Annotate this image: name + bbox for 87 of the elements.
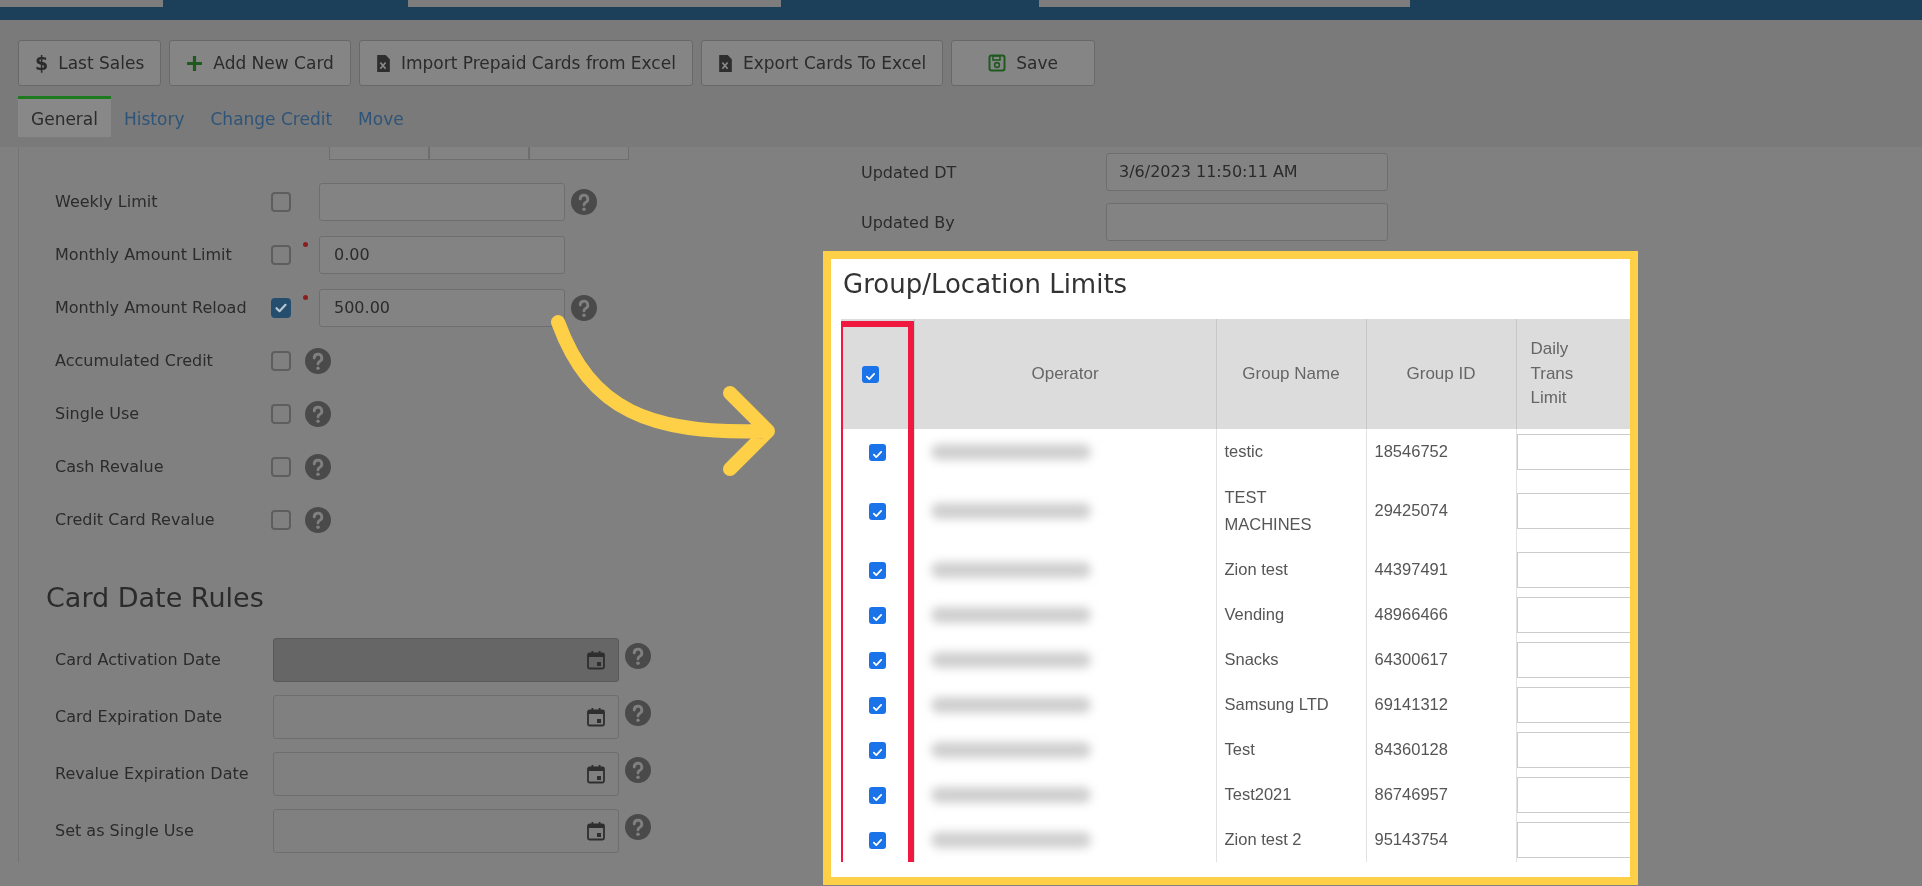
input-field[interactable]: 0.00 bbox=[319, 235, 565, 274]
calendar-icon[interactable] bbox=[586, 706, 606, 727]
field-label: Updated DT bbox=[861, 162, 958, 182]
table-cell: 69141312 bbox=[1366, 682, 1516, 727]
top-field[interactable] bbox=[0, 0, 163, 7]
toolbar-button[interactable]: Export Cards To Excel bbox=[700, 40, 944, 86]
field-label: Set as Single Use bbox=[55, 821, 195, 840]
table-cell: 48966466 bbox=[1366, 592, 1516, 637]
checkbox[interactable] bbox=[271, 297, 291, 318]
field-label: Accumulated Credit bbox=[55, 351, 214, 370]
group-name: TEST MACHINES bbox=[1224, 487, 1313, 535]
help-icon[interactable] bbox=[305, 400, 331, 427]
dollar-icon: $ bbox=[35, 52, 49, 74]
calendar-icon[interactable] bbox=[586, 763, 606, 784]
group-name: testic bbox=[1224, 441, 1263, 463]
group-name: Vending bbox=[1224, 604, 1285, 626]
toolbar-button[interactable]: Save bbox=[951, 40, 1096, 86]
date-field[interactable] bbox=[273, 694, 619, 739]
help-icon[interactable] bbox=[625, 699, 651, 726]
input-field: 3/6/2023 11:50:11 AM bbox=[1106, 153, 1388, 191]
field-label: Cash Revalue bbox=[55, 457, 165, 476]
field-label: Revalue Expiration Date bbox=[55, 764, 250, 783]
column-header: Group ID bbox=[1406, 364, 1476, 383]
field-label: Weekly Limit bbox=[55, 192, 159, 211]
group-name: Test bbox=[1224, 739, 1255, 761]
top-field[interactable] bbox=[1039, 0, 1410, 7]
top-field[interactable] bbox=[408, 0, 781, 7]
help-icon[interactable] bbox=[571, 188, 597, 215]
table-cell: 29425074 bbox=[1366, 474, 1516, 547]
row-checkbox[interactable] bbox=[868, 606, 886, 624]
help-icon[interactable] bbox=[305, 506, 331, 533]
table-cell: 18546752 bbox=[1366, 429, 1516, 474]
column-header: Daily Trans Limit bbox=[1530, 338, 1575, 410]
field-label: Card Activation Date bbox=[55, 650, 222, 669]
group-name: Zion test bbox=[1224, 559, 1288, 581]
help-icon[interactable] bbox=[625, 813, 651, 840]
checkbox[interactable] bbox=[271, 509, 291, 530]
date-field[interactable] bbox=[273, 751, 619, 796]
help-icon[interactable] bbox=[625, 756, 651, 783]
calendar-icon[interactable] bbox=[586, 820, 606, 841]
row-checkbox[interactable] bbox=[868, 502, 886, 520]
row-checkbox[interactable] bbox=[868, 651, 886, 669]
table-cell: 44397491 bbox=[1366, 547, 1516, 592]
field-label: Card Expiration Date bbox=[55, 707, 224, 726]
section-title: Card Date Rules bbox=[46, 582, 265, 613]
excel-file-icon bbox=[375, 53, 391, 73]
input-field[interactable]: 500.00 bbox=[319, 288, 565, 327]
help-icon[interactable] bbox=[305, 453, 331, 480]
toolbar-button[interactable]: $ Last Sales bbox=[18, 40, 162, 86]
toolbar-button[interactable]: Add New Card bbox=[169, 40, 351, 86]
table-cell: 86746957 bbox=[1366, 772, 1516, 817]
date-field[interactable] bbox=[273, 808, 619, 853]
excel-file-icon bbox=[717, 53, 733, 73]
checkbox[interactable] bbox=[271, 403, 291, 424]
row-checkbox[interactable] bbox=[868, 696, 886, 714]
field-label: Credit Card Revalue bbox=[55, 510, 216, 529]
group-name: Samsung LTD bbox=[1224, 694, 1329, 716]
field-label: Single Use bbox=[55, 404, 141, 423]
help-icon[interactable] bbox=[305, 347, 331, 374]
group-name: Test2021 bbox=[1224, 784, 1292, 806]
field-label: Monthly Amount Limit bbox=[55, 245, 233, 264]
plus-icon bbox=[186, 54, 204, 72]
select-all-checkbox[interactable] bbox=[861, 366, 879, 383]
column-header: Operator bbox=[1031, 364, 1099, 383]
row-checkbox[interactable] bbox=[868, 786, 886, 804]
row-checkbox[interactable] bbox=[868, 443, 886, 461]
group-name: Snacks bbox=[1224, 649, 1279, 671]
checkbox[interactable] bbox=[271, 191, 291, 212]
field-label: Updated By bbox=[861, 212, 956, 232]
row-checkbox[interactable] bbox=[868, 831, 886, 849]
checkbox[interactable] bbox=[271, 350, 291, 371]
checkmark-icon bbox=[863, 370, 877, 383]
column-header: Group Name bbox=[1242, 364, 1340, 383]
row-checkbox[interactable] bbox=[868, 561, 886, 579]
help-icon[interactable] bbox=[571, 294, 597, 321]
field-label: Monthly Amount Reload bbox=[55, 298, 248, 317]
table-cell: 84360128 bbox=[1366, 727, 1516, 772]
help-icon[interactable] bbox=[625, 642, 651, 669]
toolbar-button[interactable]: Import Prepaid Cards from Excel bbox=[358, 40, 693, 86]
checkbox[interactable] bbox=[271, 456, 291, 477]
row-checkbox[interactable] bbox=[868, 741, 886, 759]
group-name: Zion test 2 bbox=[1224, 829, 1302, 851]
panel-title: Group/Location Limits bbox=[842, 268, 1129, 301]
table-cell: 95143754 bbox=[1366, 817, 1516, 862]
table-cell: 64300617 bbox=[1366, 637, 1516, 682]
tab[interactable]: General bbox=[18, 96, 111, 137]
checkbox[interactable] bbox=[271, 244, 291, 265]
